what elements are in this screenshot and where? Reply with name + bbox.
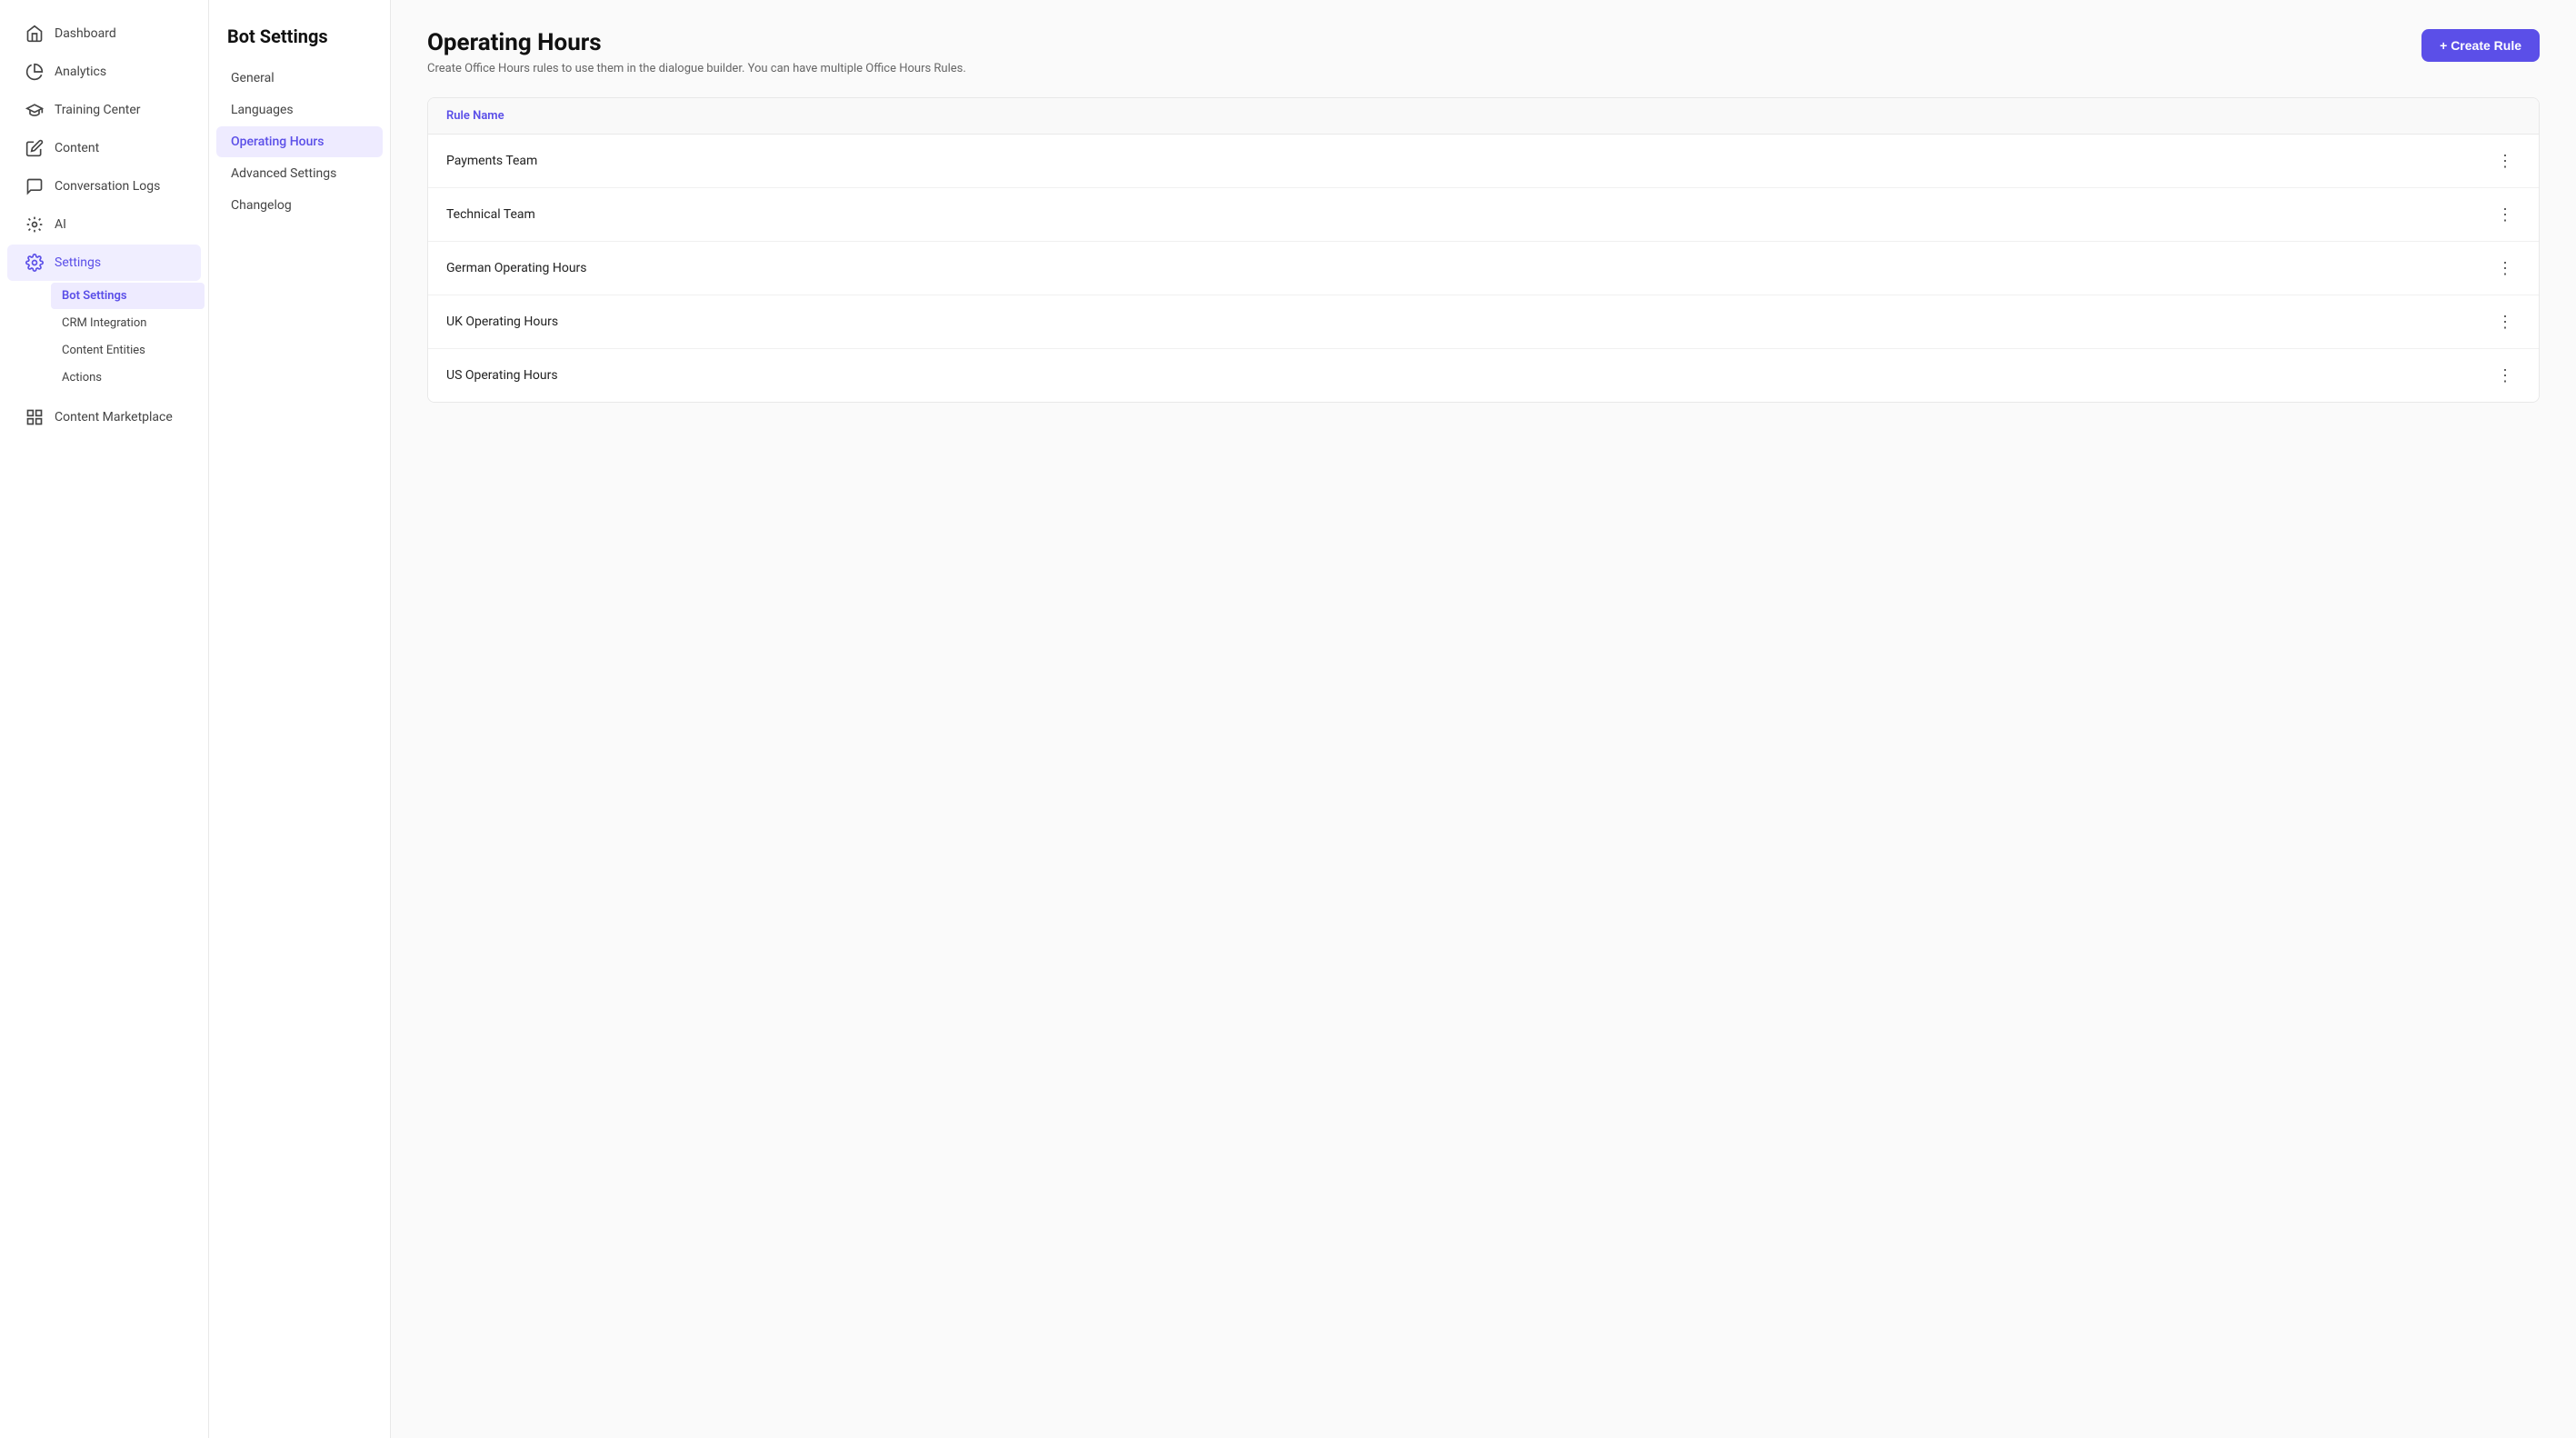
chat-icon	[25, 177, 44, 195]
main-header: Operating Hours Create Office Hours rule…	[427, 29, 2540, 75]
page-title: Operating Hours	[427, 29, 966, 56]
rule-name: UK Operating Hours	[446, 315, 558, 329]
home-icon	[25, 25, 44, 43]
table-header: Rule Name	[428, 98, 2539, 135]
sidebar-item-label: Analytics	[55, 65, 106, 79]
table-row: German Operating Hours ⋮	[428, 242, 2539, 295]
grid-icon	[25, 408, 44, 426]
table-row: US Operating Hours ⋮	[428, 349, 2539, 402]
sidebar-item-dashboard[interactable]: Dashboard	[7, 15, 201, 52]
sidebar-item-content-marketplace[interactable]: Content Marketplace	[7, 399, 201, 435]
mid-nav-item-languages[interactable]: Languages	[216, 95, 383, 125]
rule-name: German Operating Hours	[446, 261, 587, 275]
more-options-button[interactable]: ⋮	[2490, 364, 2521, 387]
table-row: Payments Team ⋮	[428, 135, 2539, 188]
sidebar-item-label: Content Marketplace	[55, 410, 173, 424]
rule-name: US Operating Hours	[446, 368, 558, 383]
settings-sub-menu: Bot Settings CRM Integration Content Ent…	[0, 282, 208, 392]
rules-table: Rule Name Payments Team ⋮ Technical Team…	[427, 97, 2540, 403]
sidebar-item-label: Content	[55, 141, 99, 155]
table-header-label: Rule Name	[446, 109, 504, 123]
more-options-button[interactable]: ⋮	[2490, 149, 2521, 173]
sidebar-sub-item-content-entities[interactable]: Content Entities	[51, 337, 205, 364]
page-description: Create Office Hours rules to use them in…	[427, 62, 966, 75]
rule-name: Payments Team	[446, 154, 537, 168]
mid-nav-item-general[interactable]: General	[216, 63, 383, 94]
ai-icon	[25, 215, 44, 234]
sidebar-sub-item-actions[interactable]: Actions	[51, 364, 205, 391]
more-options-button[interactable]: ⋮	[2490, 310, 2521, 334]
gear-icon	[25, 254, 44, 272]
sidebar: Dashboard Analytics Training Center Cont…	[0, 0, 209, 1438]
sidebar-item-label: Conversation Logs	[55, 179, 160, 194]
rule-name: Technical Team	[446, 207, 535, 222]
sidebar-item-label: Training Center	[55, 103, 141, 117]
sidebar-sub-item-bot-settings[interactable]: Bot Settings	[51, 283, 205, 309]
mid-nav-item-operating-hours[interactable]: Operating Hours	[216, 126, 383, 157]
mid-nav-item-advanced-settings[interactable]: Advanced Settings	[216, 158, 383, 189]
sidebar-item-training-center[interactable]: Training Center	[7, 92, 201, 128]
table-row: UK Operating Hours ⋮	[428, 295, 2539, 349]
more-options-button[interactable]: ⋮	[2490, 203, 2521, 226]
sidebar-item-analytics[interactable]: Analytics	[7, 54, 201, 90]
sidebar-item-settings[interactable]: Settings	[7, 245, 201, 281]
graduation-icon	[25, 101, 44, 119]
create-rule-button[interactable]: + Create Rule	[2421, 29, 2540, 62]
main-content: Operating Hours Create Office Hours rule…	[391, 0, 2576, 1438]
sidebar-item-label: Dashboard	[55, 26, 116, 41]
sidebar-item-label: Settings	[55, 255, 101, 270]
edit-icon	[25, 139, 44, 157]
sidebar-sub-item-crm-integration[interactable]: CRM Integration	[51, 310, 205, 336]
sidebar-item-label: AI	[55, 217, 66, 232]
mid-nav-item-changelog[interactable]: Changelog	[216, 190, 383, 221]
sidebar-item-ai[interactable]: AI	[7, 206, 201, 243]
mid-nav: Bot Settings General Languages Operating…	[209, 0, 391, 1438]
main-header-left: Operating Hours Create Office Hours rule…	[427, 29, 966, 75]
sidebar-item-conversation-logs[interactable]: Conversation Logs	[7, 168, 201, 205]
more-options-button[interactable]: ⋮	[2490, 256, 2521, 280]
sidebar-item-content[interactable]: Content	[7, 130, 201, 166]
analytics-icon	[25, 63, 44, 81]
table-row: Technical Team ⋮	[428, 188, 2539, 242]
mid-nav-title: Bot Settings	[209, 18, 390, 62]
